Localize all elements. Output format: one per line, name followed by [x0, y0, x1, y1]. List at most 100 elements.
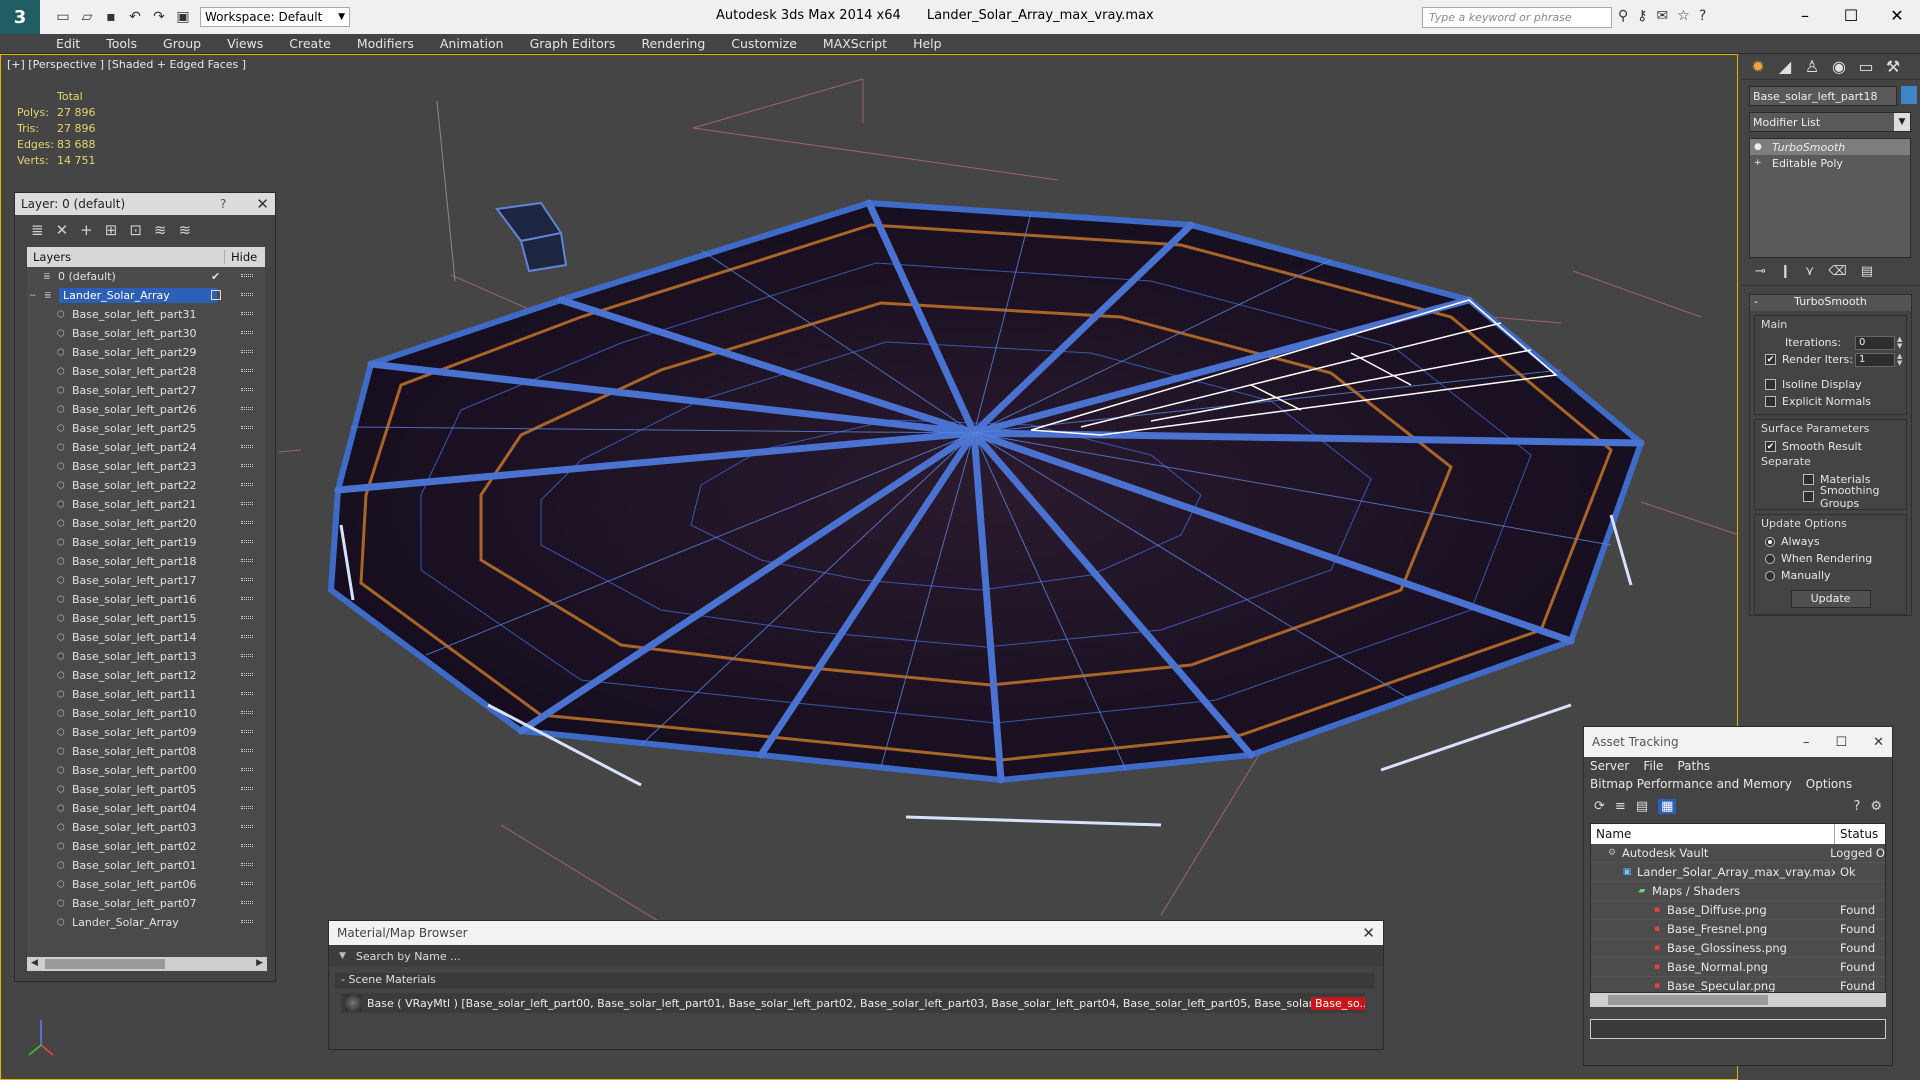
- viewport-label[interactable]: [+] [Perspective ] [Shaded + Edged Faces…: [7, 58, 246, 71]
- spinner-arrows-icon[interactable]: ▲ ▼: [1897, 352, 1902, 367]
- hide-toggle[interactable]: [241, 445, 253, 448]
- hide-toggle[interactable]: [241, 825, 253, 828]
- menu-bitmap-performance[interactable]: Bitmap Performance and Memory: [1590, 777, 1792, 791]
- close-button[interactable]: ✕: [1874, 0, 1920, 30]
- asset-tracking-titlebar[interactable]: Asset Tracking – ☐ ✕: [1584, 727, 1892, 757]
- layer-object-row[interactable]: ⬡ Base_solar_left_part24: [27, 438, 265, 457]
- hierarchy-tab-icon[interactable]: ♙: [1803, 57, 1821, 76]
- create-layer-icon[interactable]: ≣: [31, 221, 44, 239]
- hide-toggle[interactable]: [241, 331, 253, 334]
- menu-rendering[interactable]: Rendering: [641, 36, 705, 51]
- collapse-icon[interactable]: −: [29, 291, 39, 301]
- scroll-right-icon[interactable]: ▶: [256, 958, 263, 968]
- hide-toggle[interactable]: [241, 692, 253, 695]
- hide-toggle[interactable]: [241, 901, 253, 904]
- menu-maxscript[interactable]: MAXScript: [823, 36, 887, 51]
- layer-object-row[interactable]: ⬡ Base_solar_left_part01: [27, 856, 265, 875]
- asset-row[interactable]: ▪ Base_Fresnel.png Found: [1591, 920, 1885, 939]
- layer-horizontal-scrollbar[interactable]: ◀ ▶: [27, 957, 267, 971]
- layer-object-row[interactable]: ⬡ Base_solar_left_part19: [27, 533, 265, 552]
- scroll-thumb[interactable]: [1608, 995, 1768, 1005]
- menu-modifiers[interactable]: Modifiers: [357, 36, 414, 51]
- close-icon[interactable]: ✕: [256, 195, 269, 213]
- layer-object-row[interactable]: ⬡ Base_solar_left_part14: [27, 628, 265, 647]
- star-icon[interactable]: ☆: [1677, 8, 1690, 24]
- update-button[interactable]: Update: [1790, 590, 1871, 608]
- smooth-result-checkbox[interactable]: ✔: [1765, 441, 1776, 452]
- app-logo-icon[interactable]: 3: [0, 0, 40, 34]
- layer-object-row[interactable]: ⬡ Base_solar_left_part04: [27, 799, 265, 818]
- scroll-left-icon[interactable]: ◀: [31, 958, 38, 968]
- hide-layers-icon[interactable]: ≋: [154, 221, 167, 239]
- menu-server[interactable]: Server: [1590, 759, 1629, 773]
- hide-toggle[interactable]: [241, 616, 253, 619]
- details-view-icon[interactable]: ▤: [1636, 799, 1648, 814]
- hide-toggle[interactable]: [241, 578, 253, 581]
- layer-object-row[interactable]: ⬡ Base_solar_left_part13: [27, 647, 265, 666]
- layer-object-row[interactable]: ⬡ Base_solar_left_part27: [27, 381, 265, 400]
- layer-object-row[interactable]: ⬡ Base_solar_left_part12: [27, 666, 265, 685]
- hide-toggle[interactable]: [241, 787, 253, 790]
- material-search-bar[interactable]: ▼ Search by Name ...: [329, 945, 1383, 967]
- material-item[interactable]: Base ( VRayMtl ) [Base_solar_left_part00…: [341, 993, 1365, 1013]
- new-file-icon[interactable]: ▭: [54, 8, 72, 26]
- layer-object-row[interactable]: ⬡ Base_solar_left_part22: [27, 476, 265, 495]
- menu-views[interactable]: Views: [227, 36, 263, 51]
- layer-object-row[interactable]: ⬡ Base_solar_left_part23: [27, 457, 265, 476]
- hide-toggle[interactable]: [241, 369, 253, 372]
- hide-toggle[interactable]: [241, 654, 253, 657]
- maximize-button[interactable]: ☐: [1828, 0, 1874, 30]
- minimize-button[interactable]: –: [1803, 735, 1810, 750]
- refresh-icon[interactable]: ⟳: [1594, 799, 1605, 814]
- materials-checkbox[interactable]: [1803, 474, 1814, 485]
- help-icon[interactable]: ?: [1853, 799, 1860, 814]
- help-icon[interactable]: ?: [220, 197, 226, 211]
- hide-toggle[interactable]: [241, 540, 253, 543]
- table-view-icon[interactable]: ▦: [1658, 798, 1677, 814]
- hide-toggle[interactable]: [241, 312, 253, 315]
- expand-icon[interactable]: +: [1754, 158, 1764, 168]
- asset-row[interactable]: ▪ Base_Specular.png Found: [1591, 977, 1885, 992]
- material-browser-titlebar[interactable]: Material/Map Browser ✕: [329, 921, 1383, 945]
- display-tab-icon[interactable]: ▭: [1857, 57, 1875, 76]
- modify-tab-icon[interactable]: ◢: [1776, 57, 1794, 76]
- layer-object-row[interactable]: ⬡ Base_solar_left_part28: [27, 362, 265, 381]
- layer-object-row[interactable]: ⬡ Base_solar_left_part08: [27, 742, 265, 761]
- hide-toggle[interactable]: [241, 388, 253, 391]
- manually-radio[interactable]: [1765, 570, 1775, 581]
- layer-object-row[interactable]: ⬡ Base_solar_left_part26: [27, 400, 265, 419]
- render-iters-spinner[interactable]: 1: [1855, 352, 1895, 367]
- hide-toggle[interactable]: [241, 464, 253, 467]
- menu-graph-editors[interactable]: Graph Editors: [530, 36, 616, 51]
- options-arrow-icon[interactable]: ▼: [339, 951, 346, 961]
- rollout-header[interactable]: - TurboSmooth: [1750, 295, 1911, 311]
- hide-toggle[interactable]: [241, 559, 253, 562]
- layer-object-row[interactable]: ⬡ Base_solar_left_part07: [27, 894, 265, 913]
- minimize-button[interactable]: –: [1782, 0, 1828, 30]
- iterations-spinner[interactable]: 0: [1855, 335, 1895, 350]
- layer-object-row[interactable]: ⬡ Base_solar_left_part17: [27, 571, 265, 590]
- layer-object-row[interactable]: ⬡ Base_solar_left_part31: [27, 305, 265, 324]
- maximize-button[interactable]: ☐: [1835, 735, 1847, 750]
- hide-toggle[interactable]: [241, 350, 253, 353]
- key-icon[interactable]: ⚷: [1637, 8, 1647, 24]
- hide-toggle[interactable]: [241, 673, 253, 676]
- hide-toggle[interactable]: [241, 597, 253, 600]
- layer-object-row[interactable]: ⬡ Base_solar_left_part00: [27, 761, 265, 780]
- when-rendering-radio[interactable]: [1765, 553, 1775, 564]
- hide-toggle[interactable]: [241, 407, 253, 410]
- column-layers[interactable]: Layers: [27, 250, 225, 264]
- workspace-dropdown[interactable]: Workspace: Default ▼: [200, 7, 350, 27]
- hide-toggle[interactable]: [241, 502, 253, 505]
- highlight-layer-icon[interactable]: ⊡: [129, 221, 142, 239]
- hide-toggle[interactable]: [241, 882, 253, 885]
- layer-object-row[interactable]: ⬡ Lander_Solar_Array: [27, 913, 265, 932]
- freeze-layers-icon[interactable]: ≋: [178, 221, 191, 239]
- menu-edit[interactable]: Edit: [56, 36, 80, 51]
- layer-object-row[interactable]: ⬡ Base_solar_left_part16: [27, 590, 265, 609]
- hide-toggle[interactable]: [241, 768, 253, 771]
- motion-tab-icon[interactable]: ◉: [1830, 57, 1848, 76]
- solar-array-mesh[interactable]: [327, 199, 1645, 827]
- layer-object-row[interactable]: ⬡ Base_solar_left_part15: [27, 609, 265, 628]
- layer-panel-titlebar[interactable]: Layer: 0 (default) ? ✕: [15, 193, 275, 215]
